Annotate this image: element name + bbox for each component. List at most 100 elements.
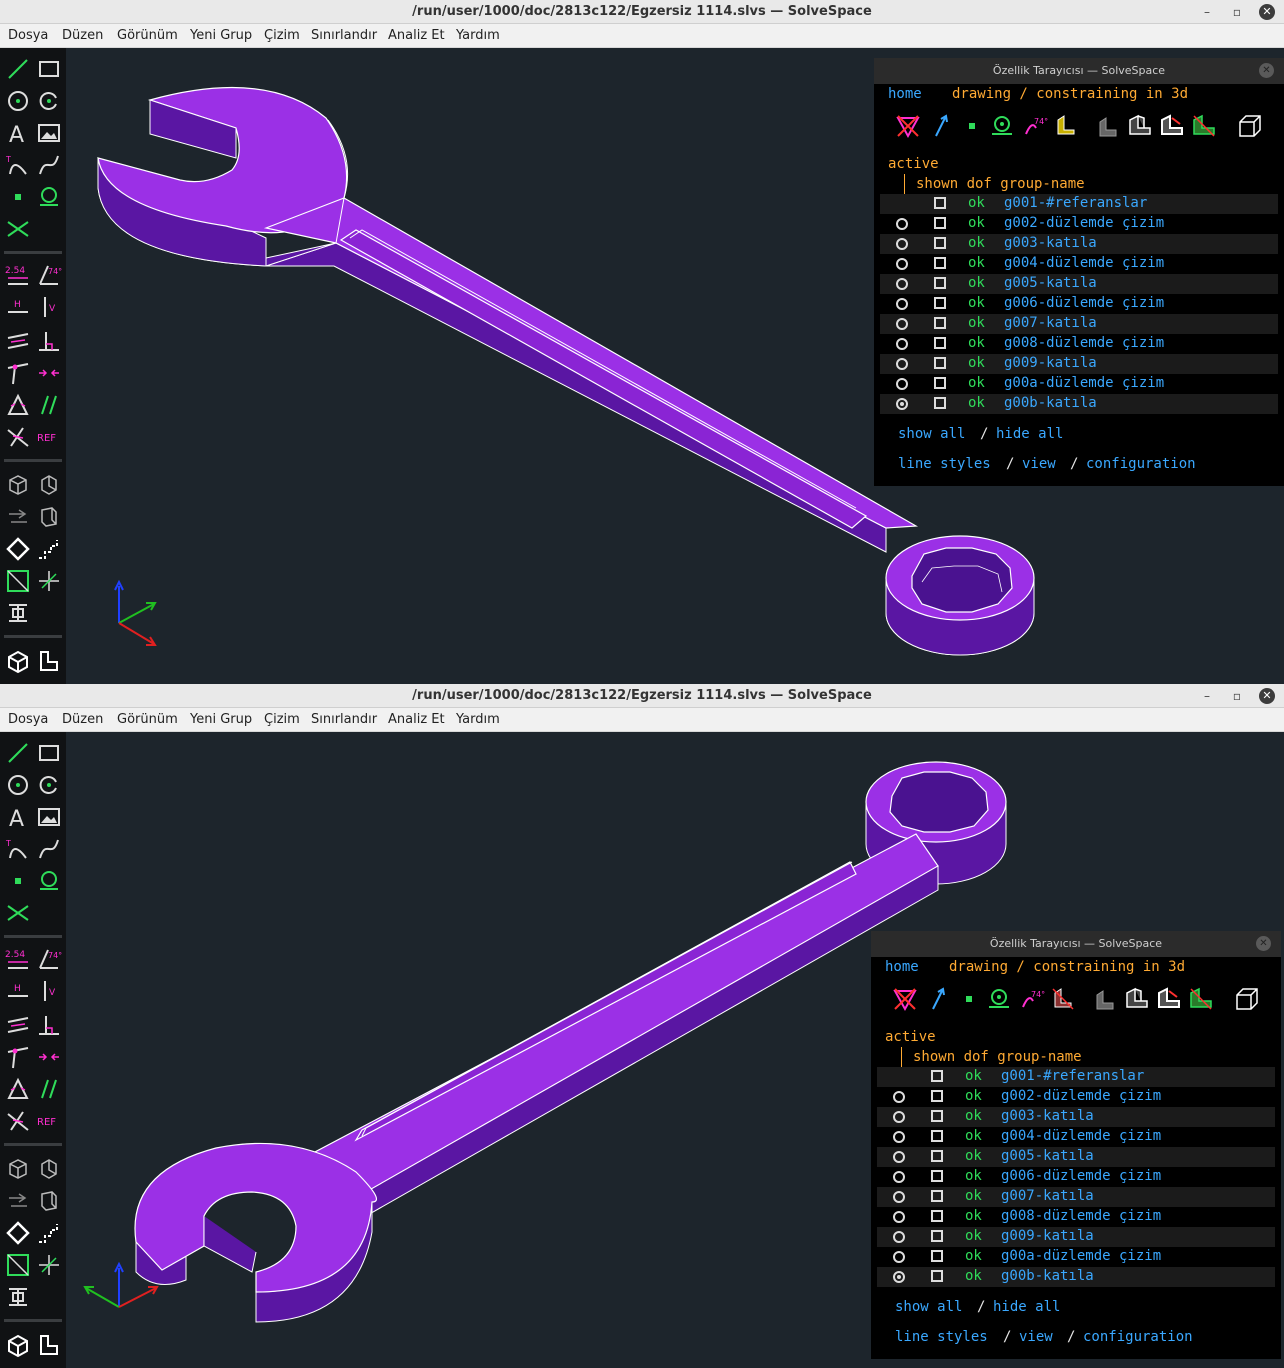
faces-icon[interactable] <box>1094 112 1122 140</box>
show-all-link[interactable]: show all <box>898 426 965 442</box>
normals-icon[interactable] <box>925 985 953 1013</box>
group-row[interactable]: ok g00a-düzlemde çizim <box>877 1247 1275 1267</box>
point-on-line-icon[interactable] <box>5 360 31 386</box>
menu-yardim[interactable]: Yardım <box>456 28 500 43</box>
lathe-icon[interactable] <box>5 600 31 626</box>
point-icon[interactable] <box>5 868 31 894</box>
arc-icon[interactable] <box>36 772 62 798</box>
group-name-link[interactable]: g001-#referanslar <box>1001 1068 1144 1084</box>
other-supplementary-icon[interactable] <box>5 424 31 450</box>
group-name-link[interactable]: g008-düzlemde çizim <box>1004 335 1164 351</box>
shown-checkbox[interactable] <box>931 1090 943 1102</box>
in-workplane-icon[interactable] <box>36 648 62 674</box>
shown-checkbox[interactable] <box>931 1270 943 1282</box>
property-browser-close-button[interactable]: ✕ <box>1259 63 1274 78</box>
perspective-icon[interactable] <box>1236 112 1264 140</box>
active-group-radio[interactable] <box>896 358 908 370</box>
symmetric-icon[interactable] <box>36 1044 62 1070</box>
distance-icon[interactable]: 2.54 <box>5 946 31 972</box>
group-row[interactable]: ok g00b-katıla <box>877 1267 1275 1287</box>
shown-checkbox[interactable] <box>931 1170 943 1182</box>
group-name-link[interactable]: g009-katıla <box>1004 355 1097 371</box>
active-group-radio[interactable] <box>896 258 908 270</box>
rectangle-icon[interactable] <box>36 56 62 82</box>
menu-cizim[interactable]: Çizim <box>264 28 300 43</box>
line-styles-link[interactable]: line styles <box>895 1329 988 1345</box>
same-orientation-icon[interactable] <box>36 392 62 418</box>
workplane-icon[interactable] <box>36 184 62 210</box>
active-group-radio[interactable] <box>893 1171 905 1183</box>
group-row[interactable]: ok g001-#referanslar <box>877 1067 1275 1087</box>
menu-sinirlandir[interactable]: Sınırlandır <box>311 28 377 43</box>
workplane-group-icon[interactable] <box>36 536 62 562</box>
active-group-radio[interactable] <box>896 218 908 230</box>
circle-icon[interactable] <box>5 772 31 798</box>
tangent-arc-icon[interactable]: T <box>5 152 31 178</box>
distance-icon[interactable]: 2.54 <box>5 262 31 288</box>
vertical-icon[interactable]: V <box>36 294 62 320</box>
vertical-icon[interactable]: V <box>36 978 62 1004</box>
view-link[interactable]: view <box>1022 456 1056 472</box>
configuration-link[interactable]: configuration <box>1086 456 1196 472</box>
active-group-radio[interactable] <box>893 1271 905 1283</box>
group-row[interactable]: ok g003-katıla <box>880 234 1278 254</box>
shown-checkbox[interactable] <box>934 337 946 349</box>
menu-duzen[interactable]: Düzen <box>62 28 103 43</box>
workplane-visibility-icon[interactable] <box>891 985 919 1013</box>
group-name-link[interactable]: g008-düzlemde çizim <box>1001 1208 1161 1224</box>
nearest-ortho-icon[interactable] <box>36 1156 62 1182</box>
construction-icon[interactable] <box>1052 112 1080 140</box>
close-button[interactable]: ✕ <box>1259 4 1275 20</box>
text-icon[interactable]: A <box>5 120 31 148</box>
shown-checkbox[interactable] <box>934 277 946 289</box>
spline-icon[interactable] <box>36 152 62 178</box>
shown-checkbox[interactable] <box>934 397 946 409</box>
group-name-link[interactable]: g009-katıla <box>1001 1228 1094 1244</box>
menu-yeni-grup[interactable]: Yeni Grup <box>190 28 252 43</box>
perpendicular-icon[interactable] <box>36 328 62 354</box>
group-row[interactable]: ok g009-katıla <box>880 354 1278 374</box>
menu-analiz-et[interactable]: Analiz Et <box>388 712 445 727</box>
group-row[interactable]: ok g007-katıla <box>877 1187 1275 1207</box>
menu-dosya[interactable]: Dosya <box>8 28 48 43</box>
group-name-link[interactable]: g003-katıla <box>1004 235 1097 251</box>
group-row[interactable]: ok g00b-katıla <box>880 394 1278 414</box>
outlines-icon[interactable] <box>1158 112 1186 140</box>
shown-checkbox[interactable] <box>931 1190 943 1202</box>
extrude-icon[interactable] <box>5 536 31 562</box>
group-name-link[interactable]: g005-katıla <box>1004 275 1097 291</box>
lathe-icon[interactable] <box>5 1284 31 1310</box>
mesh-icon[interactable] <box>1190 112 1218 140</box>
outlines-icon[interactable] <box>1155 985 1183 1013</box>
restore-button[interactable]: ▫ <box>1228 3 1246 21</box>
rectangle-icon[interactable] <box>36 740 62 766</box>
step-translate-icon[interactable] <box>5 1188 31 1214</box>
active-group-radio[interactable] <box>893 1131 905 1143</box>
step-translate-icon[interactable] <box>5 504 31 530</box>
nav-home-link[interactable]: home <box>885 959 919 975</box>
circle-icon[interactable] <box>5 88 31 114</box>
view-link[interactable]: view <box>1019 1329 1053 1345</box>
parallel-icon[interactable] <box>5 1012 31 1038</box>
horizontal-icon[interactable]: H <box>5 294 31 320</box>
active-group-radio[interactable] <box>893 1211 905 1223</box>
point-icon[interactable] <box>5 184 31 210</box>
menu-cizim[interactable]: Çizim <box>264 712 300 727</box>
group-row[interactable]: ok g008-düzlemde çizim <box>880 334 1278 354</box>
helix-icon[interactable] <box>36 1252 62 1278</box>
property-browser-close-button[interactable]: ✕ <box>1256 936 1271 951</box>
reference-icon[interactable]: REF <box>36 424 62 450</box>
shown-checkbox[interactable] <box>934 317 946 329</box>
group-name-link[interactable]: g006-düzlemde çizim <box>1004 295 1164 311</box>
shown-checkbox[interactable] <box>931 1110 943 1122</box>
group-row[interactable]: ok g007-katıla <box>880 314 1278 334</box>
active-group-radio[interactable] <box>893 1091 905 1103</box>
group-name-link[interactable]: g004-düzlemde çizim <box>1001 1128 1161 1144</box>
nearest-iso-icon[interactable] <box>5 1156 31 1182</box>
active-group-radio[interactable] <box>896 278 908 290</box>
shown-checkbox[interactable] <box>934 197 946 209</box>
horizontal-icon[interactable]: H <box>5 978 31 1004</box>
step-rotate-icon[interactable] <box>36 1188 62 1214</box>
group-name-link[interactable]: g001-#referanslar <box>1004 195 1147 211</box>
group-row[interactable]: ok g001-#referanslar <box>880 194 1278 214</box>
